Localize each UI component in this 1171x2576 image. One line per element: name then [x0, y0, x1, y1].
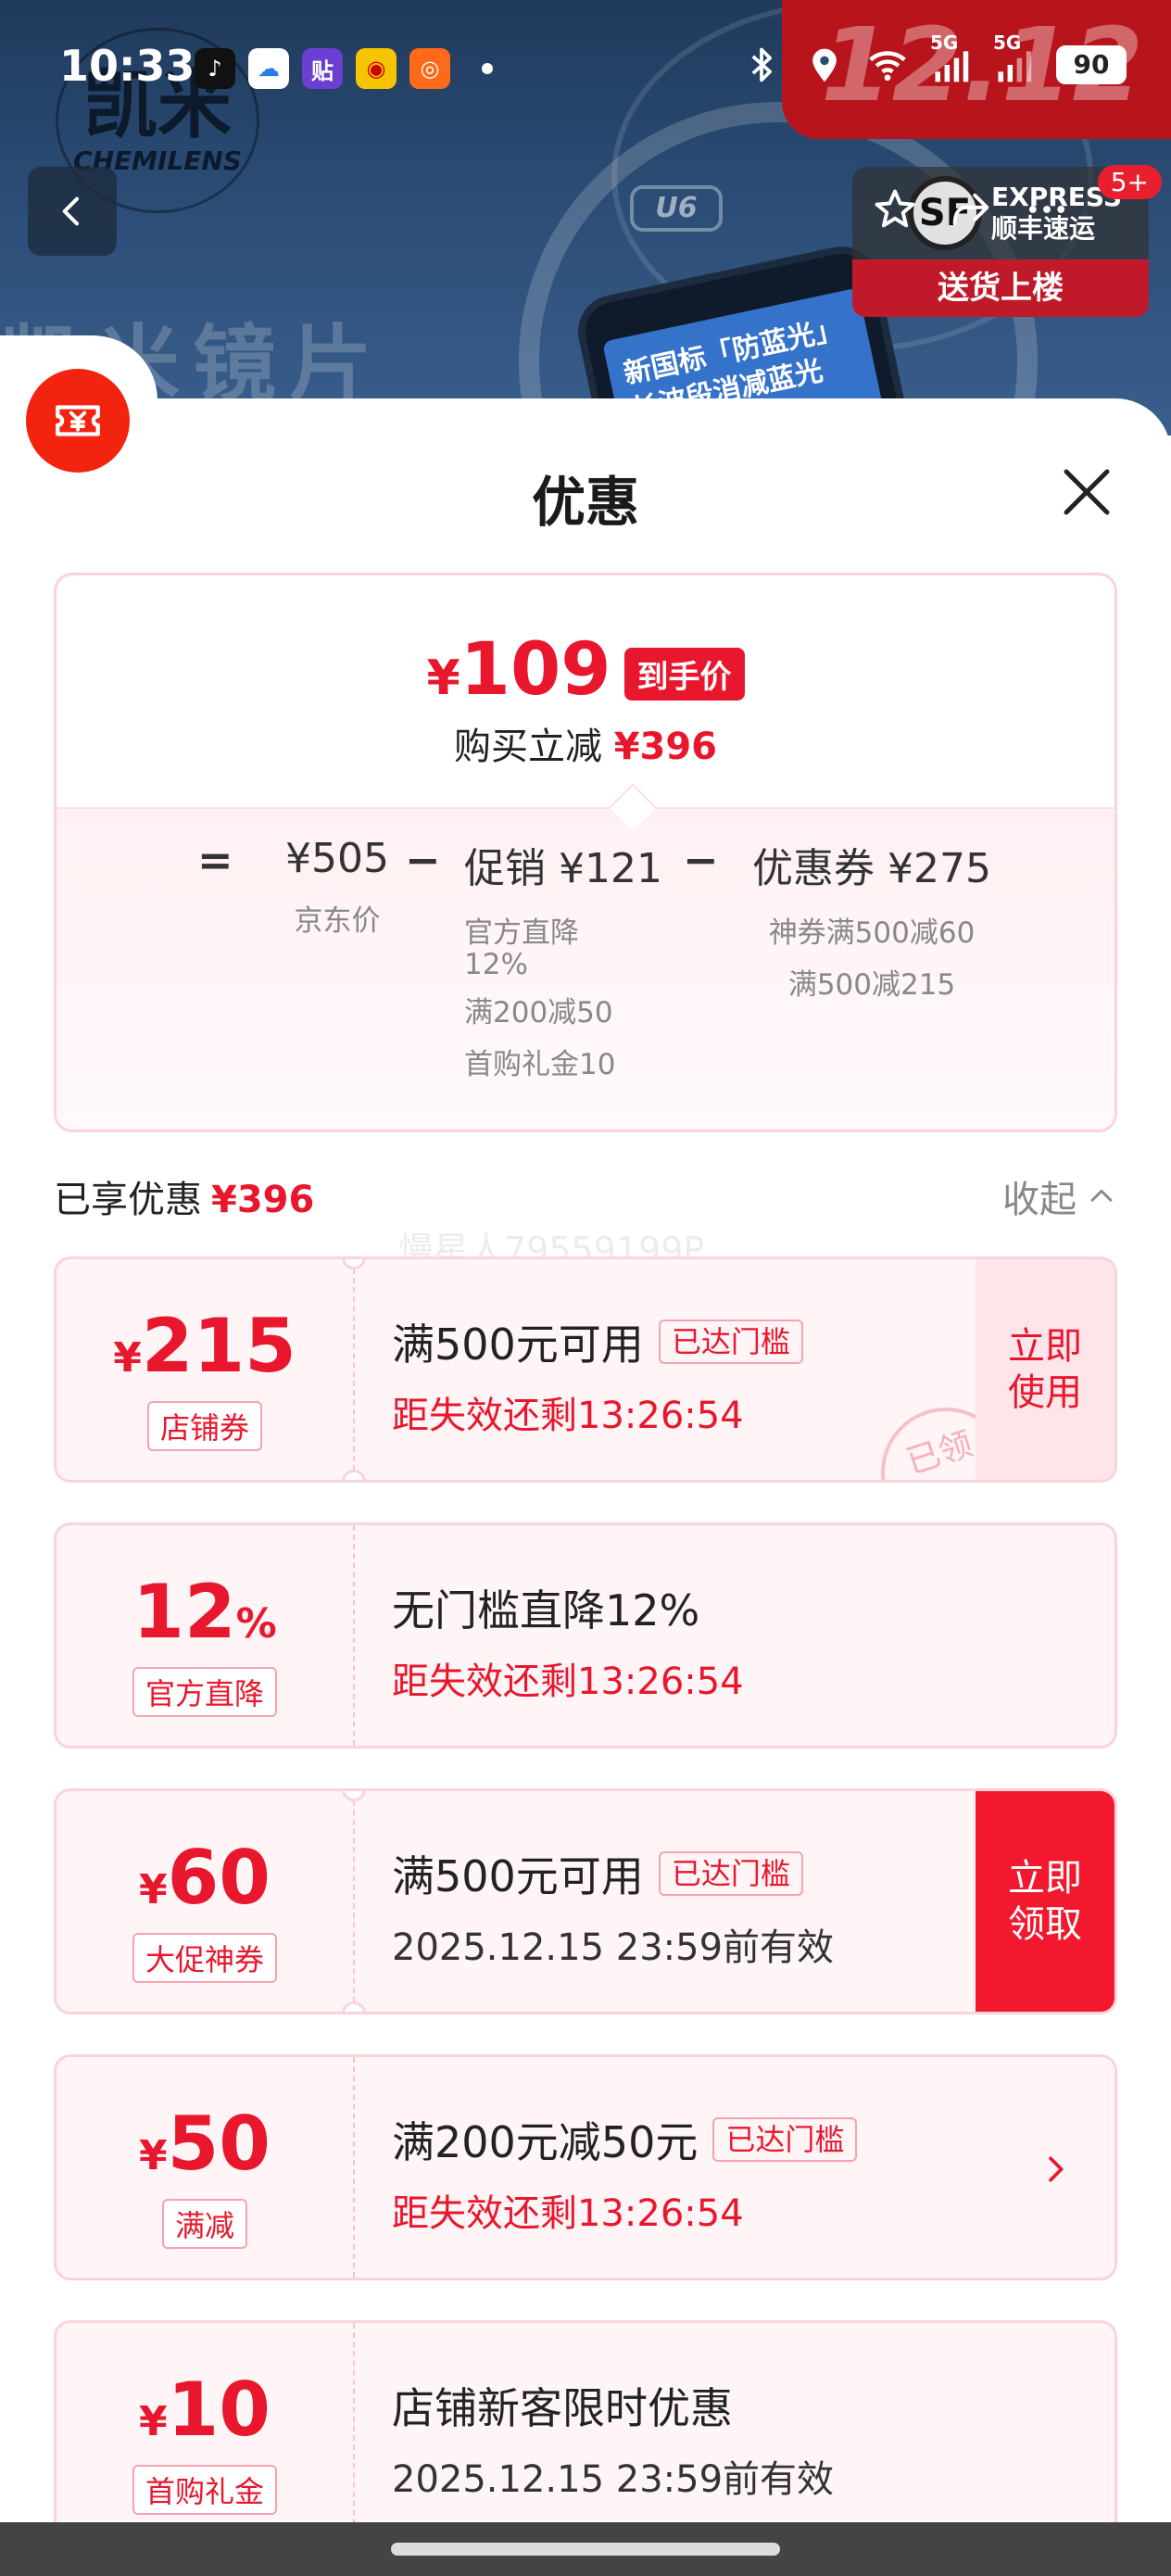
- saved-row: 购买立减 ¥396: [57, 716, 1114, 770]
- coupon-card[interactable]: 12% 官方直降 无门槛直降12% 距失效还剩13:26:54: [54, 1522, 1117, 1749]
- coupon-type: 官方直降: [132, 1667, 277, 1717]
- chevron-left-icon: [62, 196, 79, 226]
- threshold-tag: 已达门槛: [712, 2117, 858, 2162]
- threshold-tag: 已达门槛: [658, 1851, 803, 1896]
- lens-model-label: U6: [630, 185, 723, 232]
- coupon-expiry: 距失效还剩13:26:54: [392, 1661, 744, 1703]
- battery-indicator: 90: [1056, 45, 1127, 84]
- wifi-icon: [869, 51, 906, 82]
- coupon-card[interactable]: ¥50 满减 满200元减50元 已达门槛 距失效还剩13:26:54: [54, 2054, 1117, 2280]
- bluetooth-icon: [751, 47, 772, 82]
- star-icon[interactable]: [871, 185, 919, 234]
- system-nav-bar: [0, 2522, 1171, 2576]
- saved-label: 购买立减: [453, 726, 602, 768]
- kuaishou-app-icon: ◎: [409, 48, 450, 89]
- enjoyed-label: 已享优惠: [54, 1179, 202, 1221]
- coupon-title: 无门槛直降12%: [392, 1585, 700, 1635]
- more-notifications-dot: [482, 63, 493, 74]
- collapse-button[interactable]: 收起: [1002, 1169, 1117, 1223]
- enjoyed-amount: ¥396: [211, 1179, 315, 1221]
- coupon-title: 满200元减50元 已达门槛: [392, 2109, 858, 2170]
- minus-sign-1: −: [405, 835, 441, 885]
- coupon-type: 大促神券: [132, 1933, 277, 1983]
- coupon-item: 满500减215: [787, 968, 956, 1002]
- coupon-value: ¥215: [113, 1303, 296, 1389]
- claim-now-button[interactable]: 立即领取: [976, 1791, 1114, 2012]
- final-price: ¥109: [426, 628, 611, 712]
- signal-1: 5G: [930, 32, 971, 85]
- status-time: 10:33: [59, 41, 195, 91]
- network-type-2: 5G: [993, 32, 1022, 54]
- coupon-value: ¥60: [139, 1835, 271, 1921]
- cloud-app-icon: ☁: [248, 48, 289, 89]
- chevron-up-icon: [1090, 1189, 1113, 1202]
- sheet-title: 优惠: [531, 471, 639, 534]
- coupon-value: ¥50: [139, 2101, 271, 2187]
- coupon-expiry: 距失效还剩13:26:54: [392, 2192, 744, 2235]
- coupon-type: 满减: [161, 2199, 247, 2249]
- close-icon: [1064, 469, 1110, 515]
- coupon-expiry: 距失效还剩13:26:54: [392, 1395, 744, 1437]
- jd-price-label: 京东价: [294, 904, 381, 938]
- coupon-item: 神券满500减60: [768, 916, 976, 950]
- use-now-button[interactable]: 立即使用: [976, 1259, 1114, 1480]
- more-icon[interactable]: [1023, 185, 1071, 234]
- close-button[interactable]: [1056, 461, 1117, 523]
- tieba-app-icon: 贴: [302, 48, 343, 89]
- network-type-1: 5G: [930, 32, 959, 54]
- saved-amount: ¥396: [613, 726, 718, 768]
- jd-price-column: ¥505 京东价: [268, 835, 407, 947]
- chevron-right-icon[interactable]: [1037, 2146, 1074, 2192]
- threshold-tag: 已达门槛: [658, 1320, 803, 1364]
- coupon-value: 12%: [132, 1569, 277, 1655]
- ticket-yen-icon: [56, 405, 100, 436]
- coupon-card[interactable]: ¥60 大促神券 满500元可用 已达门槛 2025.12.15 23:59前有效…: [54, 1788, 1117, 2014]
- signal-2: 5G: [993, 32, 1034, 85]
- promo-total: 促销 ¥121: [464, 845, 662, 892]
- price-formula: = ¥505 京东价 − 促销 ¥121 官方直降 12% 满200减50 首购…: [57, 835, 1114, 1130]
- message-count-badge: 5+: [1097, 165, 1162, 199]
- coupon-total: 优惠券 ¥275: [752, 845, 991, 892]
- promo-item: 满200减50: [464, 996, 613, 1029]
- coupon-card[interactable]: ¥215 店铺券 满500元可用 已达门槛 距失效还剩13:26:54 已领 立即…: [54, 1256, 1117, 1483]
- coupon-type: 店铺券: [146, 1401, 262, 1451]
- coupon-expiry: 2025.12.15 23:59前有效: [392, 2458, 835, 2501]
- share-icon[interactable]: [947, 185, 995, 234]
- express-delivery-label: 送货上楼: [852, 259, 1149, 317]
- promo-column: 促销 ¥121 官方直降 12% 满200减50 首购礼金10: [464, 835, 662, 1091]
- final-price-tag: 到手价: [623, 648, 745, 701]
- coupon-expiry: 2025.12.15 23:59前有效: [392, 1926, 835, 1969]
- promo-item: 首购礼金10: [464, 1048, 616, 1081]
- coupon-column: 优惠券 ¥275 神券满500减60 满500减215: [733, 835, 1011, 1011]
- coupon-badge-icon: [26, 369, 130, 473]
- price-summary-card: ¥109 到手价 购买立减 ¥396 = ¥505 京东价 − 促销 ¥121 …: [54, 573, 1117, 1132]
- home-gesture-handle[interactable]: [391, 2543, 780, 2556]
- coupon-card[interactable]: ¥10 首购礼金 店铺新客限时优惠 2025.12.15 23:59前有效: [54, 2320, 1117, 2546]
- location-icon: [812, 48, 837, 82]
- coupon-title: 满500元可用 已达门槛: [392, 1311, 803, 1372]
- coupon-type: 首购礼金: [132, 2465, 277, 2515]
- minus-sign-2: −: [683, 835, 719, 885]
- back-button[interactable]: [28, 167, 117, 256]
- enjoyed-discount: 已享优惠 ¥396: [54, 1169, 314, 1223]
- taxi-app-icon: ◉: [356, 48, 397, 89]
- collapse-label: 收起: [1002, 1179, 1077, 1221]
- coupon-title: 店铺新客限时优惠: [392, 2383, 733, 2433]
- tiktok-app-icon: ♪: [195, 48, 235, 89]
- coupon-title: 满500元可用 已达门槛: [392, 1843, 834, 1904]
- coupon-value: ¥10: [139, 2367, 271, 2453]
- jd-price: ¥505: [285, 835, 389, 882]
- status-bar: 10:33 ♪ ☁ 贴 ◉ ◎ 5G 5G 90: [0, 0, 1171, 139]
- equals-sign: =: [197, 835, 233, 885]
